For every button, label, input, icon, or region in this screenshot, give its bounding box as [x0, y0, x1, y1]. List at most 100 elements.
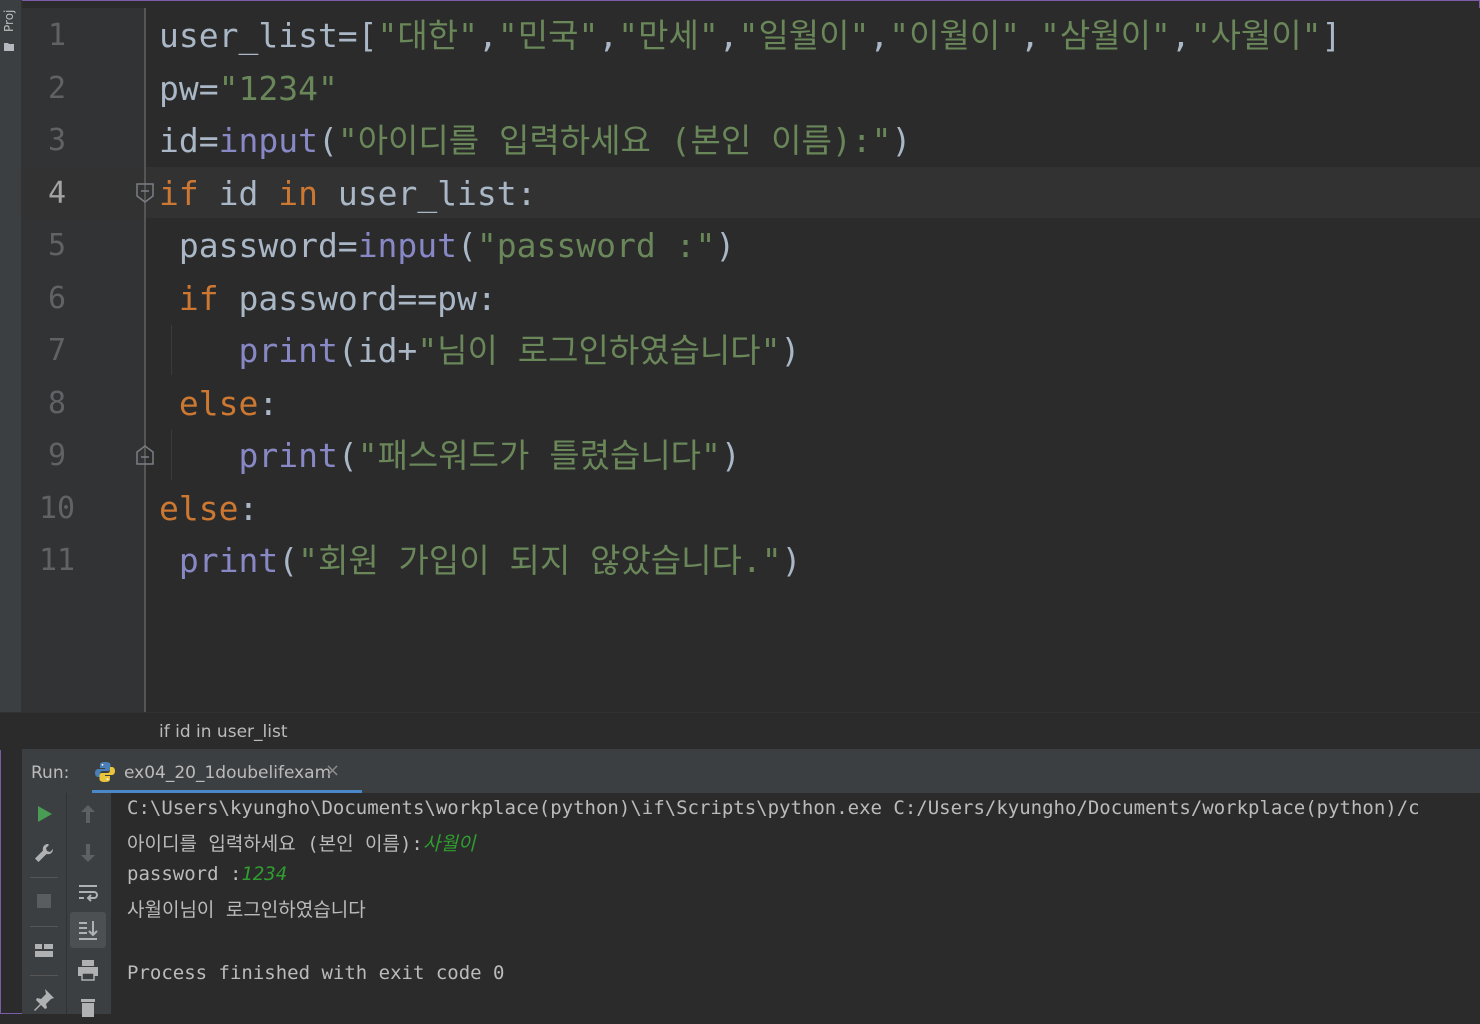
wrench-icon[interactable] — [28, 837, 60, 869]
keyword-token: else — [159, 488, 239, 528]
console-prompt-password: password : — [127, 863, 242, 885]
fold-collapse-icon[interactable] — [134, 182, 156, 204]
code-line[interactable]: else: — [159, 483, 258, 535]
console-prompt-line: 아이디를 입력하세요 (본인 이름):사월이 — [127, 829, 475, 856]
code-text: password==pw: — [218, 278, 497, 318]
builtin-token: input — [357, 226, 458, 265]
code-text: ( — [317, 121, 338, 160]
string-literal: "만세" — [618, 16, 719, 55]
code-text: user_list=[ — [159, 16, 378, 55]
run-config-tab[interactable]: ex04_20_1doubelifexam × — [92, 751, 382, 793]
stop-icon[interactable] — [28, 885, 60, 917]
code-text: ( — [278, 541, 299, 580]
trash-icon[interactable] — [72, 992, 104, 1024]
code-line[interactable]: user_list=["대한","민국","만세","일월이","이월이","삼… — [159, 10, 1341, 62]
console-result-line: 사월이님이 로그인하였습니다 — [127, 895, 366, 922]
code-text: id= — [159, 121, 219, 160]
breadcrumb-bar: if id in user_list — [0, 712, 1480, 750]
code-line[interactable]: if id in user_list: — [159, 168, 537, 220]
console-command: C:\Users\kyungho\Documents\workplace(pyt… — [127, 797, 1420, 819]
string-literal: "1234" — [218, 68, 338, 108]
scroll-to-end-icon[interactable] — [72, 914, 104, 946]
line-number[interactable]: 5 — [22, 220, 92, 272]
soft-wrap-icon[interactable] — [72, 877, 104, 909]
code-text: ) — [891, 121, 912, 160]
console-result: 사월이님이 로그인하였습니다 — [127, 899, 366, 921]
code-text: ( — [337, 436, 358, 475]
line-number[interactable]: 8 — [22, 378, 92, 430]
code-text: ] — [1321, 16, 1342, 55]
code-text: , — [718, 16, 739, 55]
code-text: : — [238, 488, 259, 528]
run-label: Run: — [31, 763, 70, 783]
code-text: ) — [780, 331, 801, 370]
pin-icon[interactable] — [28, 983, 60, 1015]
code-text: user_list: — [317, 173, 537, 213]
close-icon[interactable]: × — [325, 760, 340, 781]
keyword-token: if — [178, 278, 219, 318]
line-number[interactable]: 3 — [22, 115, 92, 167]
code-line[interactable]: pw="1234" — [159, 63, 338, 115]
code-line[interactable]: password=input("password :") — [159, 220, 735, 272]
code-text: ) — [720, 436, 741, 475]
code-text: , — [598, 16, 619, 55]
line-number[interactable]: 4 — [22, 168, 92, 220]
keyword-token: in — [278, 173, 318, 213]
arrow-up-icon[interactable] — [72, 798, 104, 830]
fold-end-icon[interactable] — [134, 444, 156, 466]
code-line[interactable]: else: — [159, 378, 278, 430]
line-number[interactable]: 11 — [22, 535, 92, 587]
gutter-separator — [144, 8, 146, 714]
keyword-token: else — [178, 383, 259, 423]
line-number[interactable]: 7 — [22, 325, 92, 377]
console-user-input: 사월이 — [422, 833, 476, 855]
code-line[interactable]: print(id+"님이 로그인하였습니다") — [159, 325, 800, 377]
rerun-icon[interactable] — [28, 798, 60, 830]
code-text: , — [478, 16, 498, 55]
code-line[interactable]: if password==pw: — [159, 273, 497, 325]
arrow-down-icon[interactable] — [72, 837, 104, 869]
layout-icon[interactable] — [28, 934, 60, 966]
line-number[interactable]: 10 — [22, 483, 92, 535]
project-tool-label[interactable]: Proj — [2, 2, 16, 32]
python-icon — [95, 762, 115, 782]
toolbar-separator — [30, 877, 58, 878]
console-prompt-id: 아이디를 입력하세요 (본인 이름): — [127, 833, 423, 855]
console-command-line: C:\Users\kyungho\Documents\workplace(pyt… — [127, 797, 1420, 819]
code-text: , — [1020, 16, 1040, 55]
folder-icon[interactable] — [3, 40, 15, 52]
code-line[interactable]: id=input("아이디를 입력하세요 (본인 이름):") — [159, 115, 911, 167]
string-literal: "사월이" — [1190, 16, 1322, 55]
print-icon[interactable] — [72, 954, 104, 986]
line-number[interactable]: 9 — [22, 430, 92, 482]
string-literal: "아이디를 입력하세요 (본인 이름):" — [337, 121, 892, 160]
string-literal: "회원 가입이 되지 않았습니다." — [298, 541, 782, 580]
console-exit-status: Process finished with exit code 0 — [127, 962, 505, 984]
line-number[interactable]: 6 — [22, 273, 92, 325]
project-tool-strip[interactable]: Proj — [0, 0, 22, 712]
run-tab-label: ex04_20_1doubelifexam — [124, 763, 332, 783]
string-literal: "이월이" — [889, 16, 1021, 55]
string-literal: "패스워드가 틀렸습니다" — [357, 436, 721, 475]
run-tool-header: Run: ex04_20_1doubelifexam × — [22, 751, 1480, 793]
string-literal: "님이 로그인하였습니다" — [417, 331, 781, 370]
code-text: , — [869, 16, 890, 55]
code-line[interactable]: print("패스워드가 틀렸습니다") — [159, 430, 741, 482]
string-literal: "민국" — [497, 16, 599, 55]
run-toolbar-secondary — [66, 793, 111, 1017]
breadcrumb[interactable]: if id in user_list — [159, 722, 287, 742]
line-number[interactable]: 1 — [22, 10, 92, 62]
console-exit-line: Process finished with exit code 0 — [127, 962, 505, 984]
string-literal: "일월이" — [738, 16, 870, 55]
run-toolbar-primary — [22, 793, 66, 1014]
builtin-token: print — [238, 436, 338, 475]
run-console[interactable]: C:\Users\kyungho\Documents\workplace(pyt… — [111, 793, 1480, 1014]
code-text: (id+ — [337, 331, 418, 370]
code-line[interactable]: print("회원 가입이 되지 않았습니다.") — [159, 535, 802, 587]
line-number[interactable]: 2 — [22, 63, 92, 115]
